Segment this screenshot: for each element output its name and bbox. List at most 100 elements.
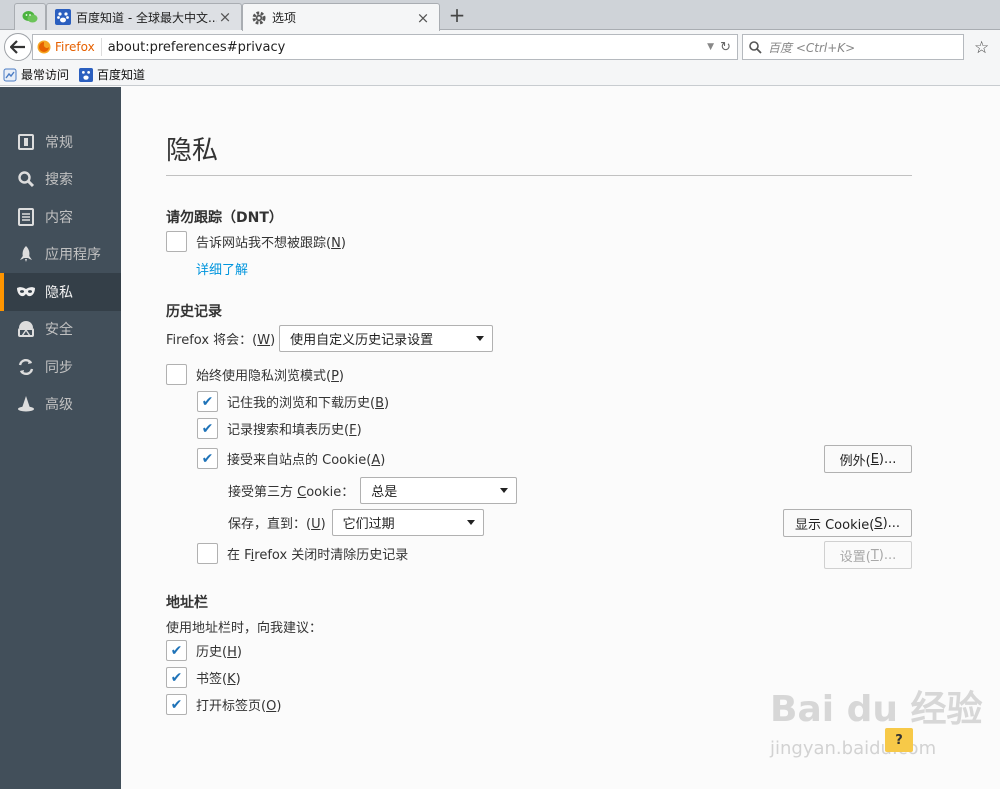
search-icon	[16, 169, 36, 189]
suggest-open-tabs-option[interactable]: 打开标签页(O)	[166, 694, 281, 715]
sidebar-item-search[interactable]: 搜索	[0, 161, 121, 199]
suggest-bookmarks-checkbox[interactable]	[166, 667, 187, 688]
sidebar-item-label: 应用程序	[45, 247, 101, 264]
accept-cookies-label: 接受来自站点的 Cookie(A)	[227, 453, 386, 468]
third-party-cookies-row: 接受第三方 Cookie： 总是	[228, 477, 518, 504]
sidebar-item-label: 安全	[45, 322, 73, 339]
content-icon	[16, 207, 36, 227]
private-mode-option[interactable]: 始终使用隐私浏览模式(P)	[166, 364, 344, 385]
remember-history-option[interactable]: 记住我的浏览和下载历史(B)	[197, 391, 389, 412]
reload-icon[interactable]: ↻	[720, 40, 731, 55]
bookmarks-toolbar: 最常访问 百度知道	[0, 64, 1000, 86]
suggest-bookmarks-option[interactable]: 书签(K)	[166, 667, 241, 688]
bookmark-most-visited[interactable]: 最常访问	[3, 66, 69, 83]
tab-strip: 百度知道 - 全球最大中文... × 选项 × +	[0, 0, 1000, 31]
remember-history-checkbox[interactable]	[197, 391, 218, 412]
show-cookies-button[interactable]: 显示 Cookie(S)...	[783, 509, 912, 537]
accept-cookies-checkbox[interactable]	[197, 448, 218, 469]
sidebar-item-content[interactable]: 内容	[0, 198, 121, 236]
sync-icon	[16, 357, 36, 377]
sidebar-item-advanced[interactable]: 高级	[0, 386, 121, 424]
identity-label: Firefox	[55, 40, 95, 54]
baidu-paw-icon	[79, 67, 94, 82]
history-mode-label: Firefox 将会：(W)	[166, 333, 276, 348]
dnt-option[interactable]: 告诉网站我不想被跟踪(N)	[166, 231, 346, 252]
gear-icon	[251, 10, 267, 26]
locationbar-subtitle: 使用地址栏时，向我建议：	[166, 621, 323, 636]
history-heading: 历史记录	[166, 304, 222, 320]
sidebar-item-general[interactable]: 常规	[0, 123, 121, 161]
identity-box[interactable]: Firefox	[37, 38, 102, 56]
dropdown-arrow-icon[interactable]: ▼	[707, 42, 714, 52]
security-icon	[16, 319, 36, 339]
mask-icon	[16, 282, 36, 302]
keep-until-select[interactable]: 它们过期	[331, 509, 484, 536]
title-divider	[166, 175, 912, 176]
sidebar-item-label: 常规	[45, 134, 73, 151]
suggest-history-checkbox[interactable]	[166, 640, 187, 661]
general-icon	[16, 132, 36, 152]
search-input[interactable]: 百度 <Ctrl+K>	[768, 39, 855, 56]
history-mode-row: Firefox 将会：(W) 使用自定义历史记录设置	[166, 325, 494, 352]
suggest-open-tabs-checkbox[interactable]	[166, 694, 187, 715]
most-visited-icon	[3, 68, 17, 82]
suggest-open-tabs-label: 打开标签页(O)	[196, 699, 282, 714]
chevron-down-icon	[466, 520, 475, 525]
sidebar-item-sync[interactable]: 同步	[0, 348, 121, 386]
third-party-label: 接受第三方 Cookie：	[228, 485, 355, 500]
url-input[interactable]: about:preferences#privacy	[108, 40, 707, 55]
tab-options[interactable]: 选项 ×	[242, 3, 440, 31]
locationbar-heading: 地址栏	[166, 595, 208, 611]
form-history-checkbox[interactable]	[197, 418, 218, 439]
history-mode-select[interactable]: 使用自定义历史记录设置	[279, 325, 494, 352]
tab-title: 百度知道 - 全球最大中文...	[76, 10, 217, 25]
accept-cookies-option[interactable]: 接受来自站点的 Cookie(A)	[197, 448, 385, 469]
suggest-history-option[interactable]: 历史(H)	[166, 640, 242, 661]
dnt-heading: 请勿跟踪（DNT）	[166, 210, 283, 226]
bookmark-label: 最常访问	[21, 68, 70, 82]
dnt-checkbox[interactable]	[166, 231, 187, 252]
exceptions-button[interactable]: 例外(E)...	[824, 445, 912, 473]
sidebar-item-applications[interactable]: 应用程序	[0, 236, 121, 274]
suggest-history-label: 历史(H)	[196, 645, 242, 660]
search-bar[interactable]: 百度 <Ctrl+K>	[742, 34, 964, 60]
rocket-icon	[16, 244, 36, 264]
sidebar-item-label: 高级	[45, 397, 73, 414]
dnt-label: 告诉网站我不想被跟踪(N)	[196, 236, 346, 251]
baidu-watermark: Bai du 经验	[770, 689, 983, 730]
sidebar-item-label: 内容	[45, 209, 73, 226]
search-icon	[749, 40, 762, 54]
baidu-paw-icon	[55, 9, 71, 25]
learn-more-link[interactable]: 详细了解	[196, 259, 248, 278]
sidebar-item-label: 同步	[45, 359, 73, 376]
nav-bar: Firefox about:preferences#privacy ▼ ↻ 百度…	[0, 30, 1000, 64]
arrow-left-icon	[10, 40, 25, 54]
chevron-down-icon	[500, 488, 509, 493]
sidebar-item-security[interactable]: 安全	[0, 311, 121, 349]
back-button[interactable]	[4, 33, 32, 61]
sidebar-item-label: 搜索	[45, 172, 73, 189]
close-tab-icon[interactable]: ×	[217, 8, 233, 26]
close-tab-icon[interactable]: ×	[415, 9, 431, 27]
tab-wechat[interactable]	[14, 3, 46, 30]
help-button[interactable]: ?	[885, 728, 913, 752]
keep-until-label: 保存，直到：(U)	[228, 517, 326, 532]
third-party-cookies-select[interactable]: 总是	[360, 477, 518, 504]
sidebar-item-privacy[interactable]: 隐私	[0, 273, 121, 311]
tab-baidu-zhidao[interactable]: 百度知道 - 全球最大中文... ×	[46, 3, 242, 30]
clear-on-close-checkbox[interactable]	[197, 543, 218, 564]
private-mode-checkbox[interactable]	[166, 364, 187, 385]
form-history-option[interactable]: 记录搜索和填表历史(F)	[197, 418, 362, 439]
preferences-sidebar: 常规 搜索 内容 应用程序 隐私 安全 同步 高级	[0, 87, 121, 789]
bookmark-star-icon[interactable]: ☆	[974, 38, 989, 58]
url-bar[interactable]: Firefox about:preferences#privacy ▼ ↻	[32, 34, 738, 60]
private-mode-label: 始终使用隐私浏览模式(P)	[196, 369, 344, 384]
clear-on-close-option[interactable]: 在 Firefox 关闭时清除历史记录	[197, 543, 408, 564]
bookmark-baidu-zhidao[interactable]: 百度知道	[79, 66, 145, 83]
clear-settings-button[interactable]: 设置(T)...	[824, 541, 912, 569]
sidebar-item-label: 隐私	[45, 284, 73, 301]
wechat-icon	[22, 9, 38, 25]
new-tab-button[interactable]: +	[446, 4, 468, 26]
chevron-down-icon	[476, 336, 485, 341]
clear-on-close-label: 在 Firefox 关闭时清除历史记录	[227, 548, 409, 563]
